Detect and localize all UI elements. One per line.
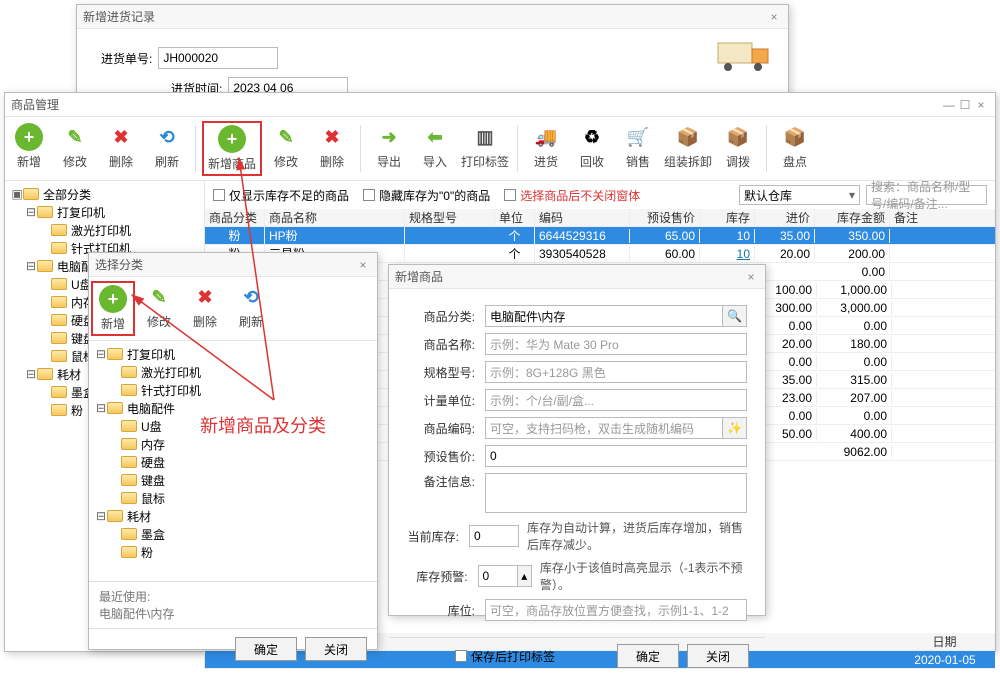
catdlg-title: 选择分类 [95, 256, 355, 273]
price-label: 预设售价: [407, 448, 475, 465]
tree-item[interactable]: 硬盘 [95, 453, 371, 471]
cat-refresh-button[interactable]: ⟲刷新 [229, 281, 273, 332]
stockin-window: 新增进货记录 × 进货单号: JH000020 进货时间: 2023 04 06 [76, 4, 789, 100]
keepopen-checkbox[interactable]: 选择商品后不关闭窗体 [504, 187, 640, 204]
name-label: 商品名称: [407, 336, 475, 353]
warn-tip: 库存小于该值时高亮显示（-1表示不预警）。 [540, 559, 747, 593]
minimize-icon[interactable]: — [941, 98, 957, 112]
category-dialog: 选择分类 × +新增 ✎修改 ✖删除 ⟲刷新 ⊟打复印机 激光打印机 针式打印机… [88, 252, 378, 650]
maximize-icon[interactable]: ☐ [957, 98, 973, 112]
price-input[interactable]: 0 [485, 445, 747, 467]
add-product-button[interactable]: +新增商品 [202, 121, 262, 176]
curstock-tip: 库存为自动计算，进货后库存增加，销售后库存减少。 [527, 519, 747, 553]
delete-product-button[interactable]: ✖删除 [310, 121, 354, 172]
remark-label: 备注信息: [407, 473, 475, 490]
jhdh-input[interactable]: JH000020 [158, 47, 278, 69]
spec-label: 规格型号: [407, 364, 475, 381]
close-button[interactable]: 关闭 [687, 644, 749, 668]
add-product-dialog: 新增商品 × 商品分类: 电脑配件\内存🔍 商品名称: 示例：华为 Mate 30 … [388, 264, 766, 616]
tree-item[interactable]: 键盘 [95, 471, 371, 489]
recycle-button[interactable]: ♻回收 [570, 121, 614, 172]
proddlg-title: 新增商品 [395, 268, 743, 285]
truck-icon [714, 35, 774, 75]
edit-button[interactable]: ✎修改 [53, 121, 97, 172]
search-input[interactable]: 搜索：商品名称/型号/编码/备注... [866, 185, 987, 205]
delete-button[interactable]: ✖删除 [99, 121, 143, 172]
pos-label: 库位: [407, 602, 475, 619]
edit-product-button[interactable]: ✎修改 [264, 121, 308, 172]
tree-item[interactable]: 粉 [95, 543, 371, 561]
curstock-input[interactable]: 0 [469, 525, 519, 547]
import-button[interactable]: ⬅导入 [413, 121, 457, 172]
assemble-button[interactable]: 📦组装拆卸 [662, 121, 714, 172]
table-header: 商品分类 商品名称 规格型号 单位 编码 预设售价 库存 进价 库存金额 备注 [205, 209, 995, 227]
tree-item[interactable]: 针式打印机 [95, 381, 371, 399]
name-input[interactable]: 示例：华为 Mate 30 Pro [485, 333, 747, 355]
catdlg-toolbar: +新增 ✎修改 ✖删除 ⟲刷新 [89, 277, 377, 341]
tree-item[interactable]: 鼠标 [95, 489, 371, 507]
proddlg-titlebar: 新增商品 × [389, 265, 765, 289]
warn-input[interactable]: 0 [478, 565, 518, 587]
close-icon[interactable]: × [766, 10, 782, 24]
close-button[interactable]: 关闭 [305, 637, 367, 661]
mgmt-toolbar: +新增 ✎修改 ✖删除 ⟲刷新 +新增商品 ✎修改 ✖删除 ➜导出 ⬅导入 ▥打… [5, 117, 995, 181]
stockin-button[interactable]: 🚚进货 [524, 121, 568, 172]
unit-label: 计量单位: [407, 392, 475, 409]
cat-input[interactable]: 电脑配件\内存 [485, 305, 723, 327]
code-label: 商品编码: [407, 420, 475, 437]
curstock-label: 当前库存: [407, 528, 459, 545]
print-label-button[interactable]: ▥打印标签 [459, 121, 511, 172]
jhdh-label: 进货单号: [101, 50, 152, 67]
search-icon[interactable]: 🔍 [723, 305, 747, 327]
stockin-title: 新增进货记录 [83, 8, 766, 25]
export-button[interactable]: ➜导出 [367, 121, 411, 172]
cat-label: 商品分类: [407, 308, 475, 325]
hidezero-checkbox[interactable]: 隐藏库存为"0"的商品 [363, 187, 490, 204]
mgmt-titlebar: 商品管理 — ☐ × [5, 93, 995, 117]
cat-edit-button[interactable]: ✎修改 [137, 281, 181, 332]
ok-button[interactable]: 确定 [235, 637, 297, 661]
stepper-icon[interactable]: ▴ [518, 565, 532, 587]
tree-item[interactable]: 墨盒 [95, 525, 371, 543]
refresh-button[interactable]: ⟲刷新 [145, 121, 189, 172]
tree-printer[interactable]: ⊟打复印机 [11, 203, 198, 221]
mgmt-title: 商品管理 [11, 96, 941, 113]
catdlg-titlebar: 选择分类 × [89, 253, 377, 277]
code-input[interactable]: 可空，支持扫码枪，双击生成随机编码 [485, 417, 723, 439]
close-icon[interactable]: × [743, 270, 759, 284]
unit-input[interactable]: 示例：个/台/副/盒... [485, 389, 747, 411]
cat-del-button[interactable]: ✖删除 [183, 281, 227, 332]
close-icon[interactable]: × [973, 98, 989, 112]
tree-item[interactable]: ⊟耗材 [95, 507, 371, 525]
cat-add-button[interactable]: +新增 [91, 281, 135, 336]
stockin-titlebar: 新增进货记录 × [77, 5, 788, 29]
remark-input[interactable] [485, 473, 747, 513]
transfer-button[interactable]: 📦调拨 [716, 121, 760, 172]
recent-label: 最近使用: [99, 588, 367, 605]
check-button[interactable]: 📦盘点 [773, 121, 817, 172]
tree-laser[interactable]: 激光打印机 [11, 221, 198, 239]
filter-bar: 仅显示库存不足的商品 隐藏库存为"0"的商品 选择商品后不关闭窗体 默认仓库▾ … [205, 181, 995, 209]
tree-root[interactable]: ▣全部分类 [11, 185, 198, 203]
pos-input[interactable]: 可空，商品存放位置方便查找，示例1-1、1-2 [485, 599, 747, 621]
warn-label: 库存预警: [407, 568, 468, 585]
ok-button[interactable]: 确定 [617, 644, 679, 668]
add-button[interactable]: +新增 [7, 121, 51, 172]
table-row[interactable]: 粉 HP粉 个 6644529316 65.00 10 35.00 350.00 [205, 227, 995, 245]
printafter-checkbox[interactable]: 保存后打印标签 [455, 648, 555, 665]
annotation-text: 新增商品及分类 [200, 412, 326, 438]
onlylow-checkbox[interactable]: 仅显示库存不足的商品 [213, 187, 349, 204]
spec-input[interactable]: 示例：8G+128G 黑色 [485, 361, 747, 383]
sale-button[interactable]: 🛒销售 [616, 121, 660, 172]
tree-item[interactable]: ⊟打复印机 [95, 345, 371, 363]
tree-item[interactable]: 激光打印机 [95, 363, 371, 381]
store-select[interactable]: 默认仓库▾ [739, 185, 860, 205]
recent-value: 电脑配件\内存 [99, 605, 367, 622]
wand-icon[interactable]: ✨ [723, 417, 747, 439]
close-icon[interactable]: × [355, 258, 371, 272]
